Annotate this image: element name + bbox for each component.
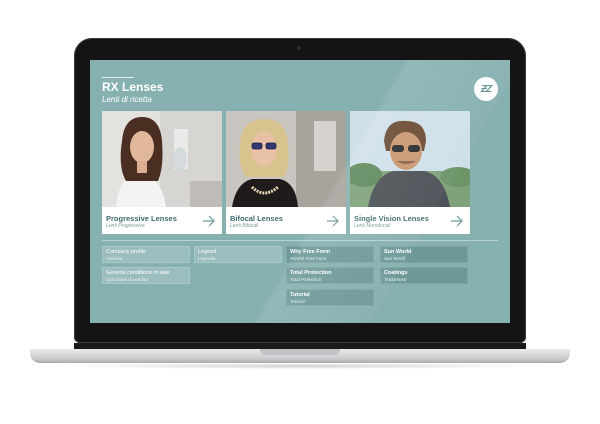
menu-tutorial[interactable]: Tutorial Tutorial — [286, 289, 374, 306]
menu-why-free-form[interactable]: Why Free Form Perché Free Form — [286, 246, 374, 263]
card-bifocal-lenses[interactable]: Bifocal Lenses Lenti Bifocali — [226, 111, 346, 234]
webcam-icon — [297, 46, 301, 50]
tile-sublabel: Sun World — [384, 256, 406, 261]
laptop-shadow — [50, 363, 550, 369]
tile-sublabel: Perché Free Form — [290, 256, 327, 261]
header-rule — [102, 77, 134, 78]
tile-label: Company profile — [106, 249, 147, 255]
menu-coatings[interactable]: Coatings Trattamenti — [380, 267, 468, 284]
card-label: Progressive Lenses — [106, 214, 177, 223]
card-label: Single Vision Lenses — [354, 214, 429, 223]
card-photo-blonde-woman — [226, 111, 346, 207]
section-divider — [102, 240, 498, 241]
card-sublabel: Lenti Monofocali — [354, 223, 391, 229]
page-subtitle: Lenti di ricetta — [102, 95, 152, 104]
card-sublabel: Lenti Bifocali — [230, 223, 259, 229]
tile-label: General conditions of sale — [106, 270, 170, 276]
tile-label: Total Protection — [290, 270, 332, 276]
laptop-notch — [260, 349, 340, 355]
brand-logo-icon[interactable]: ƵZ — [474, 77, 498, 101]
arrow-right-icon[interactable] — [450, 215, 464, 227]
tile-label: Coatings — [384, 270, 408, 276]
menu-company-profile[interactable]: Company profile Azienda — [102, 246, 190, 263]
page-title: RX Lenses — [102, 80, 164, 94]
menu-legend[interactable]: Legend Legenda — [194, 246, 282, 263]
menu-general-conditions[interactable]: General conditions of sale Condizioni di… — [102, 267, 190, 284]
tile-sublabel: Tutorial — [290, 299, 305, 304]
menu-total-protection[interactable]: Total Protection Total Protection — [286, 267, 374, 284]
card-sublabel: Lenti Progressive — [106, 223, 145, 229]
app-screen: RX Lenses Lenti di ricetta ƵZ Progressiv… — [90, 60, 510, 323]
arrow-right-icon[interactable] — [326, 215, 340, 227]
tile-sublabel: Trattamenti — [384, 277, 407, 282]
tile-label: Tutorial — [290, 292, 310, 298]
card-single-vision-lenses[interactable]: Single Vision Lenses Lenti Monofocali — [350, 111, 470, 234]
tile-sublabel: Total Protection — [290, 277, 322, 282]
arrow-right-icon[interactable] — [202, 215, 216, 227]
card-photo-man — [350, 111, 470, 207]
tile-sublabel: Legenda — [198, 256, 216, 261]
card-photo-woman — [102, 111, 222, 207]
menu-sun-world[interactable]: Sun World Sun World — [380, 246, 468, 263]
tile-label: Why Free Form — [290, 249, 331, 255]
tile-label: Sun World — [384, 249, 412, 255]
card-progressive-lenses[interactable]: Progressive Lenses Lenti Progressive — [102, 111, 222, 234]
tile-sublabel: Azienda — [106, 256, 123, 261]
card-label: Bifocal Lenses — [230, 214, 283, 223]
tile-label: Legend — [198, 249, 217, 255]
tile-sublabel: Condizioni di vendita — [106, 277, 148, 282]
